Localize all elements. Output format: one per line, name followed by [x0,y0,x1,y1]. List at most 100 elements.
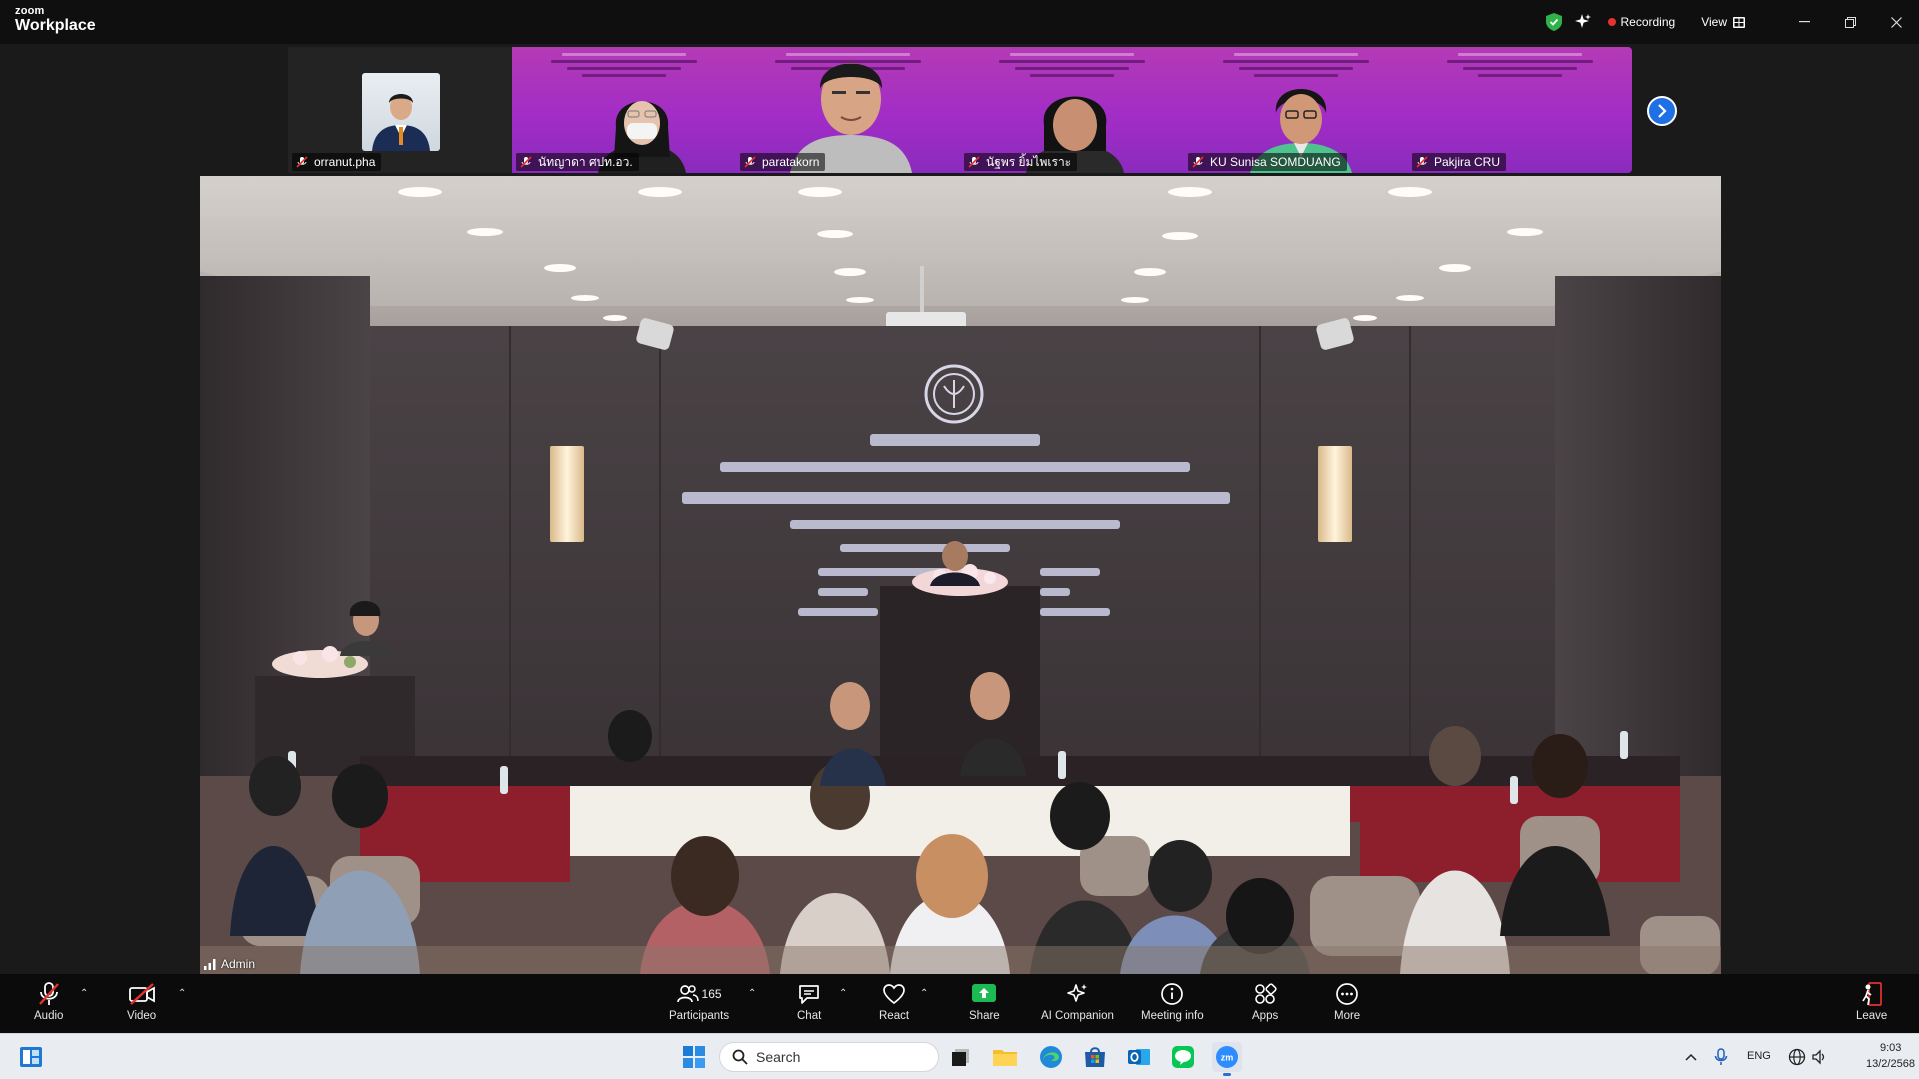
more-button[interactable]: More [1334,980,1360,1022]
participants-button[interactable]: 165 Participants [669,980,729,1022]
leave-label: Leave [1856,1010,1888,1022]
meeting-info-button[interactable]: Meeting info [1141,980,1204,1022]
svg-text:zm: zm [1221,1053,1234,1063]
participants-options-caret[interactable]: ⌃ [748,988,756,999]
mic-muted-icon [520,156,532,168]
info-icon [1161,983,1184,1005]
brand-small: zoom [15,5,45,17]
ai-companion-button[interactable]: AI Companion [1041,980,1114,1022]
react-label: React [879,1010,910,1022]
clock-time[interactable]: 9:03 [1880,1042,1901,1054]
encryption-shield-icon[interactable] [1545,13,1562,31]
hidden-icons-button[interactable] [1676,1042,1706,1072]
signal-bars-icon [204,958,216,970]
video-options-caret[interactable]: ⌃ [178,988,186,999]
file-explorer-button[interactable] [990,1042,1020,1072]
mic-muted-icon [296,156,308,168]
participant-tile[interactable]: Pakjira CRU [1408,47,1632,173]
event-banner [520,49,728,89]
restore-icon [1844,16,1856,28]
video-button[interactable]: Video [127,980,156,1022]
active-speaker-label: Admin [204,957,255,971]
react-options-caret[interactable]: ⌃ [920,988,928,999]
search-placeholder: Search [756,1049,801,1065]
recording-dot-icon [1607,18,1616,26]
video-label: Video [127,1010,157,1022]
participant-tile[interactable]: KU Sunisa SOMDUANG [1184,47,1408,173]
close-window-button[interactable] [1873,0,1919,44]
active-speaker-name: Admin [221,957,256,971]
mic-muted-icon [1192,156,1204,168]
mic-muted-icon [744,156,756,168]
participant-name-tag: นัทญาดา ศปท.อว. [516,153,639,171]
participant-name: นัทญาดา ศปท.อว. [538,154,633,169]
view-button[interactable]: View [1701,15,1727,29]
audio-label: Audio [34,1010,64,1022]
volume-tray-button[interactable] [1804,1042,1834,1072]
chat-button[interactable]: Chat [797,980,821,1022]
participant-tile[interactable]: paratakorn [736,47,960,173]
participant-name-tag: นัฐพร ยิ้มไพเราะ [964,153,1078,171]
restore-button[interactable] [1827,0,1873,44]
chevron-up-icon [1685,1053,1697,1061]
participant-name-tag: KU Sunisa SOMDUANG [1188,153,1347,171]
edge-browser-button[interactable] [1036,1042,1066,1072]
outlook-button[interactable] [1124,1042,1154,1072]
line-app-icon [1172,1046,1194,1068]
brand-large: Workplace [15,17,96,34]
microphone-tray-button[interactable] [1706,1042,1736,1072]
view-grid-icon[interactable] [1733,16,1745,28]
participant-name-tag: Pakjira CRU [1412,153,1507,171]
minimize-icon [1798,21,1810,23]
clock-date[interactable]: 13/2/2568 [1866,1058,1915,1070]
recording-label[interactable]: Recording [1621,15,1676,29]
participant-name-tag: orranut.pha [292,153,382,171]
meeting-info-label: Meeting info [1141,1010,1204,1022]
ai-sparkle-icon[interactable] [1574,13,1592,31]
task-view-icon [952,1049,969,1066]
leave-button[interactable]: Leave [1856,980,1887,1022]
participants-count: 165 [701,987,722,1001]
windows-taskbar: Search zm ENG 9:03 13/2/2568 [0,1033,1919,1079]
participant-name: นัฐพร ยิ้มไพเราะ [986,154,1072,169]
taskbar-search-input[interactable]: Search [719,1042,939,1072]
start-button[interactable] [679,1042,709,1072]
apps-button[interactable]: Apps [1252,980,1278,1022]
apps-icon [1255,983,1277,1004]
store-button[interactable] [1080,1042,1110,1072]
main-video[interactable]: Admin [200,176,1721,974]
leave-door-icon [1861,982,1882,1006]
input-language[interactable]: ENG [1747,1050,1771,1062]
microphone-icon [1714,1048,1728,1065]
store-icon [1085,1047,1105,1067]
participant-tile[interactable]: นัทญาดา ศปท.อว. [512,47,736,173]
mic-muted-icon [1416,156,1428,168]
folder-icon [993,1050,1017,1066]
participant-name-tag: paratakorn [740,153,826,171]
line-app-button[interactable] [1168,1042,1198,1072]
outlook-icon [1128,1049,1150,1065]
search-icon [732,1049,748,1065]
task-view-button[interactable] [946,1042,976,1072]
conference-room-video [200,176,1721,974]
event-banner [1416,49,1624,89]
windows-start-icon [683,1046,705,1068]
chevron-right-icon [1658,104,1667,118]
share-button[interactable]: Share [969,980,1000,1022]
participant-tile[interactable]: นัฐพร ยิ้มไพเราะ [960,47,1184,173]
close-icon [1890,16,1902,28]
react-button[interactable]: React [879,980,909,1022]
camera-off-icon [128,983,155,1005]
apps-label: Apps [1252,1010,1279,1022]
gallery-next-button[interactable] [1647,96,1677,126]
widgets-button[interactable] [16,1042,46,1072]
chat-options-caret[interactable]: ⌃ [839,988,847,999]
zoom-app-button[interactable]: zm [1212,1042,1242,1076]
participant-name: paratakorn [762,155,820,169]
audio-button[interactable]: Audio [34,980,63,1022]
participant-tile[interactable]: orranut.pha [288,47,512,173]
minimize-button[interactable] [1781,0,1827,44]
more-icon [1336,983,1358,1005]
mic-muted-icon [38,982,59,1005]
audio-options-caret[interactable]: ⌃ [80,988,88,999]
